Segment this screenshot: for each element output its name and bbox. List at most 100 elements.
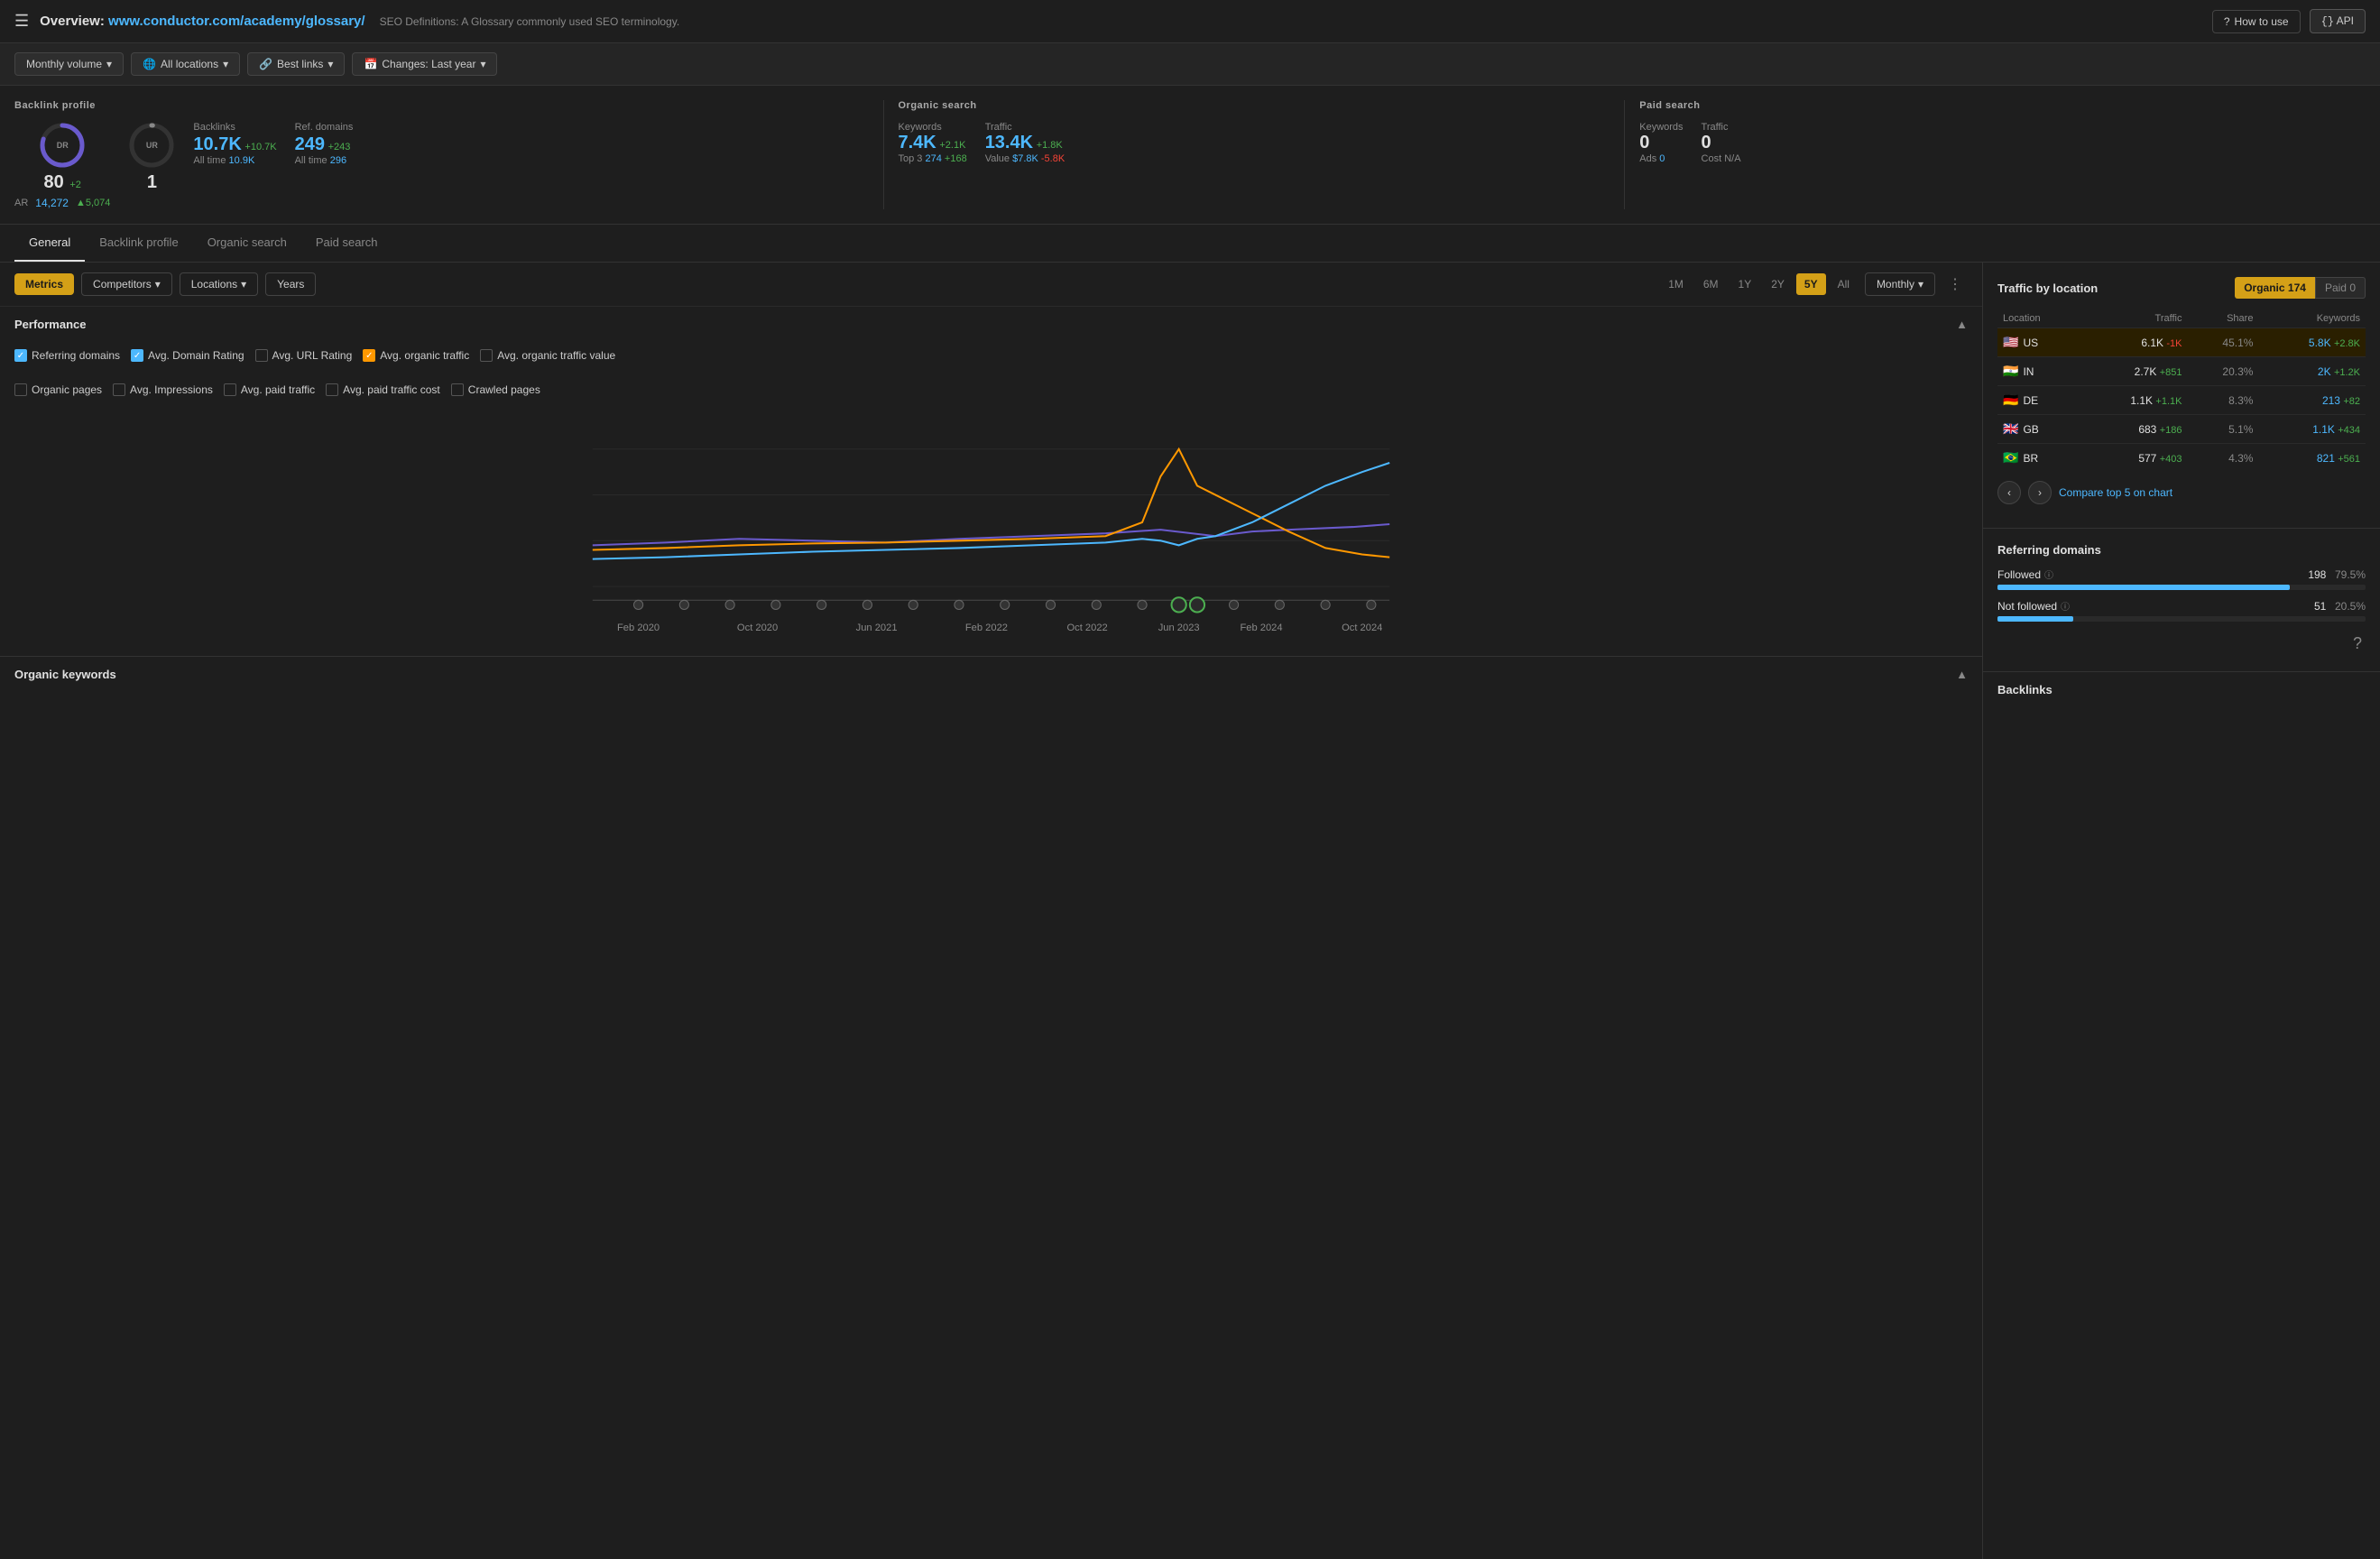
link-icon: 🔗: [259, 58, 272, 70]
ur-value: 1: [147, 172, 157, 192]
followed-label-row: Followed ⓘ 198 79.5%: [1997, 567, 2366, 581]
chevron-down-icon: ▾: [327, 58, 333, 70]
years-button[interactable]: Years: [265, 272, 316, 296]
checkbox-avg-organic-traffic[interactable]: ✓ Avg. organic traffic: [363, 349, 469, 362]
checkbox-box: ✓: [14, 349, 27, 362]
organic-keywords-value: 7.4K: [899, 133, 936, 152]
right-panel: Traffic by location Organic 174 Paid 0 L…: [1983, 263, 2380, 1559]
paid-keywords-value-row: 0: [1639, 133, 1683, 153]
table-row[interactable]: 🇧🇷BR 577 +403 4.3% 821 +561: [1997, 444, 2366, 473]
paid-toggle-button[interactable]: Paid 0: [2315, 277, 2366, 299]
monthly-volume-button[interactable]: Monthly volume ▾: [14, 52, 124, 76]
main-content: Metrics Competitors ▾ Locations ▾ Years …: [0, 263, 2380, 1559]
checkbox-organic-pages[interactable]: Organic pages: [14, 383, 102, 396]
changes-button[interactable]: 📅 Changes: Last year ▾: [352, 52, 497, 76]
locations-button[interactable]: Locations ▾: [180, 272, 258, 296]
tab-paid-search[interactable]: Paid search: [301, 225, 392, 262]
checkbox-avg-paid-traffic[interactable]: Avg. paid traffic: [224, 383, 315, 396]
info-icon[interactable]: ⓘ: [2044, 567, 2053, 581]
location-table: Location Traffic Share Keywords 🇺🇸US 6.1…: [1997, 309, 2366, 472]
organic-stats-grid: Keywords 7.4K +2.1K Top 3 274 +168 Traff…: [899, 122, 1610, 164]
tab-backlink-profile[interactable]: Backlink profile: [85, 225, 192, 262]
keywords-cell: 1.1K +434: [2258, 415, 2366, 444]
main-tabs: General Backlink profile Organic search …: [0, 225, 2380, 263]
checkbox-referring-domains[interactable]: ✓ Referring domains: [14, 349, 120, 362]
not-followed-label: Not followed ⓘ: [1997, 599, 2070, 613]
col-traffic: Traffic: [2080, 309, 2188, 328]
chevron-down-icon: ▲: [1956, 668, 1968, 681]
help-icon[interactable]: ?: [1997, 631, 2366, 657]
period-6m[interactable]: 6M: [1695, 273, 1727, 295]
time-period-group: 1M 6M 1Y 2Y 5Y All: [1660, 273, 1858, 295]
next-page-button[interactable]: ›: [2028, 481, 2052, 504]
svg-text:Oct 2022: Oct 2022: [1066, 623, 1107, 633]
not-followed-item: Not followed ⓘ 51 20.5%: [1997, 599, 2366, 622]
table-row[interactable]: 🇩🇪DE 1.1K +1.1K 8.3% 213 +82: [1997, 386, 2366, 415]
location-cell: 🇩🇪DE: [1997, 386, 2080, 415]
backlinks-label: Backlinks: [193, 122, 276, 133]
checkbox-avg-domain-rating[interactable]: ✓ Avg. Domain Rating: [131, 349, 244, 362]
table-row[interactable]: 🇮🇳IN 2.7K +851 20.3% 2K +1.2K: [1997, 357, 2366, 386]
checkbox-avg-paid-traffic-cost[interactable]: Avg. paid traffic cost: [326, 383, 440, 396]
tab-organic-search[interactable]: Organic search: [193, 225, 301, 262]
compare-top5-button[interactable]: Compare top 5 on chart: [2059, 486, 2172, 499]
checkbox-crawled-pages[interactable]: Crawled pages: [451, 383, 540, 396]
organic-keywords-section: Organic keywords ▲: [0, 656, 1982, 692]
header-url[interactable]: www.conductor.com/academy/glossary/: [108, 14, 365, 29]
traffic-location-title: Traffic by location: [1997, 281, 2098, 295]
organic-traffic-value: 13.4K: [985, 133, 1033, 152]
api-button[interactable]: {} API: [2310, 9, 2366, 33]
col-share: Share: [2187, 309, 2258, 328]
info-icon[interactable]: ⓘ: [2061, 599, 2070, 613]
metrics-button[interactable]: Metrics: [14, 273, 74, 295]
performance-header[interactable]: Performance ▲: [0, 307, 1982, 342]
traffic-cell: 1.1K +1.1K: [2080, 386, 2188, 415]
more-options-icon[interactable]: ⋮: [1942, 272, 1968, 297]
all-locations-button[interactable]: 🌐 All locations ▾: [131, 52, 240, 76]
menu-icon[interactable]: ☰: [14, 12, 29, 31]
location-cell: 🇧🇷BR: [1997, 444, 2080, 473]
checkbox-label: Avg. paid traffic: [241, 383, 315, 396]
calendar-icon: 📅: [364, 58, 377, 70]
header: ☰ Overview: www.conductor.com/academy/gl…: [0, 0, 2380, 43]
best-links-button[interactable]: 🔗 Best links ▾: [247, 52, 345, 76]
organic-keywords-header[interactable]: Organic keywords ▲: [0, 657, 1982, 692]
checkbox-avg-organic-traffic-value[interactable]: Avg. organic traffic value: [480, 349, 615, 362]
organic-toggle-button[interactable]: Organic 174: [2235, 277, 2315, 299]
table-row[interactable]: 🇺🇸US 6.1K -1K 45.1% 5.8K +2.8K: [1997, 328, 2366, 357]
ar-label: AR: [14, 198, 28, 208]
competitors-button[interactable]: Competitors ▾: [81, 272, 172, 296]
tab-general[interactable]: General: [14, 225, 85, 262]
checkbox-label: Avg. URL Rating: [272, 349, 353, 362]
col-keywords: Keywords: [2258, 309, 2366, 328]
paid-search-title: Paid search: [1639, 100, 2351, 111]
how-to-use-button[interactable]: ? How to use: [2212, 10, 2301, 33]
chevron-down-icon: ▾: [241, 278, 246, 291]
not-followed-bar-fill: [1997, 616, 2073, 622]
checkbox-avg-url-rating[interactable]: Avg. URL Rating: [255, 349, 353, 362]
svg-text:Oct 2024: Oct 2024: [1342, 623, 1382, 633]
dr-stat: DR 80 +2 AR 14,272 ▲5,074: [14, 122, 110, 209]
table-row[interactable]: 🇬🇧GB 683 +186 5.1% 1.1K +434: [1997, 415, 2366, 444]
chevron-down-icon: ▾: [155, 278, 161, 291]
keywords-cell: 213 +82: [2258, 386, 2366, 415]
organic-traffic-stat: Traffic 13.4K +1.8K Value $7.8K -5.8K: [985, 122, 1065, 164]
period-5y[interactable]: 5Y: [1796, 273, 1826, 295]
not-followed-values: 51 20.5%: [2314, 599, 2366, 613]
performance-chart: Feb 2020 Oct 2020 Jun 2021 Feb 2022 Oct …: [14, 403, 1968, 641]
period-2y[interactable]: 2Y: [1763, 273, 1793, 295]
prev-page-button[interactable]: ‹: [1997, 481, 2021, 504]
checkbox-avg-impressions[interactable]: Avg. Impressions: [113, 383, 213, 396]
monthly-button[interactable]: Monthly ▾: [1865, 272, 1935, 296]
globe-icon: 🌐: [143, 58, 156, 70]
keywords-cell: 821 +561: [2258, 444, 2366, 473]
organic-keywords-top3: Top 3 274 +168: [899, 153, 967, 164]
title-text: Overview:: [40, 14, 105, 29]
period-all[interactable]: All: [1830, 273, 1858, 295]
flag-icon: 🇧🇷: [2003, 450, 2018, 465]
traffic-location-header: Traffic by location Organic 174 Paid 0: [1997, 277, 2366, 299]
period-1y[interactable]: 1Y: [1730, 273, 1760, 295]
keywords-cell: 2K +1.2K: [2258, 357, 2366, 386]
period-1m[interactable]: 1M: [1660, 273, 1692, 295]
followed-bar-bg: [1997, 585, 2366, 590]
